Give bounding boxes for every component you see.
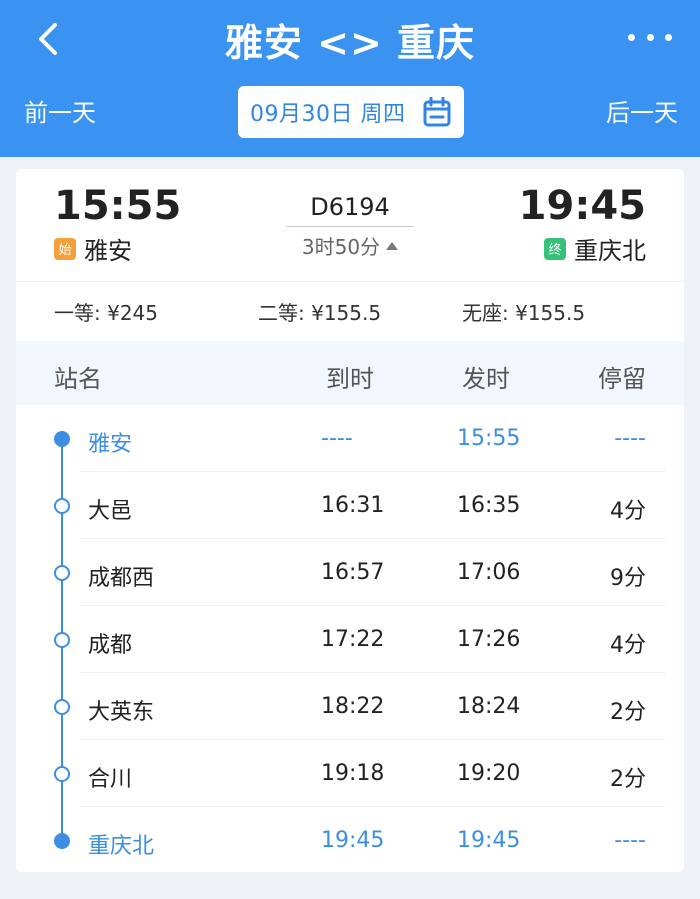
date-label: 09月30日 周四 — [250, 102, 406, 127]
table-row: 成都西 16:57 17:06 9分 — [16, 539, 684, 606]
more-dot — [665, 33, 672, 41]
more-dot — [646, 33, 654, 41]
header-stop: 停留 — [598, 365, 646, 393]
table-row: 大邑 16:31 16:35 4分 — [16, 472, 684, 539]
arrival-station-name: 重庆北 — [574, 237, 646, 265]
row-depart: 17:06 — [457, 560, 521, 585]
row-station: 雅安 — [88, 432, 133, 457]
row-station: 成都 — [88, 633, 133, 658]
row-arrive: 19:45 — [321, 828, 385, 853]
row-stop: 9分 — [610, 566, 646, 591]
stop-node — [54, 498, 70, 514]
stop-node-filled — [54, 431, 70, 447]
row-stop: 4分 — [610, 499, 646, 524]
row-depart: 16:35 — [457, 493, 521, 518]
table-row: 重庆北 19:45 19:45 ---- — [16, 807, 684, 872]
stop-node — [54, 565, 70, 581]
duration-label: 3时50分 — [301, 235, 381, 259]
stop-node-filled — [54, 833, 70, 849]
row-arrive: 17:22 — [321, 627, 385, 652]
header-depart: 发时 — [462, 365, 510, 393]
row-stop: 2分 — [610, 767, 646, 792]
page-title: 雅安 <> 重庆 — [224, 21, 476, 65]
divider — [16, 281, 684, 282]
row-depart: 19:45 — [457, 828, 521, 853]
arrival-station: 终 重庆北 — [544, 231, 646, 266]
stop-node — [54, 699, 70, 715]
price-first-class: 一等: ¥245 — [54, 301, 158, 325]
table-row: 雅安 ---- 15:55 ---- — [16, 405, 684, 472]
table-row: 合川 19:18 19:20 2分 — [16, 740, 684, 807]
row-depart: 18:24 — [457, 694, 521, 719]
row-depart: 17:26 — [457, 627, 521, 652]
arrival-time: 19:45 — [518, 183, 646, 229]
price-second-class: 二等: ¥155.5 — [258, 301, 382, 325]
header-station: 站名 — [54, 365, 102, 393]
date-picker[interactable]: 09月30日 周四 — [238, 86, 464, 138]
stop-node — [54, 632, 70, 648]
more-dots-icon — [628, 33, 635, 41]
row-station: 合川 — [88, 767, 133, 792]
row-depart: 15:55 — [457, 426, 521, 451]
prev-day-button[interactable]: 前一天 — [24, 93, 96, 128]
end-tag: 终 — [544, 237, 566, 260]
row-stop: 4分 — [610, 633, 646, 658]
row-stop: ---- — [614, 828, 646, 853]
next-day-button[interactable]: 后一天 — [606, 93, 678, 128]
calendar-icon — [423, 97, 451, 127]
row-arrive: 18:22 — [321, 694, 385, 719]
row-stop: ---- — [614, 426, 646, 451]
row-depart: 19:20 — [457, 761, 521, 786]
row-station: 重庆北 — [88, 834, 155, 859]
app-header: 雅安 <> 重庆 前一天 09月30日 周四 后一天 — [0, 0, 700, 157]
header-arrive: 到时 — [326, 365, 374, 393]
row-station: 成都西 — [88, 566, 155, 591]
triangle-up-icon — [386, 241, 399, 250]
row-station: 大英东 — [88, 700, 155, 725]
row-station: 大邑 — [88, 499, 133, 524]
row-arrive: ---- — [321, 426, 353, 451]
train-detail-card: 15:55 始 雅安 D6194 3时50分 19:45 终 重庆北 一等: ¥… — [16, 169, 684, 872]
row-arrive: 19:18 — [321, 761, 385, 786]
stop-node — [54, 766, 70, 782]
more-button[interactable] — [628, 22, 672, 52]
row-arrive: 16:57 — [321, 560, 385, 585]
table-row: 成都 17:22 17:26 4分 — [16, 606, 684, 673]
table-row: 大英东 18:22 18:24 2分 — [16, 673, 684, 740]
price-no-seat: 无座: ¥155.5 — [462, 301, 586, 325]
table-header: 站名 到时 发时 停留 — [16, 341, 684, 405]
train-number-divider — [286, 226, 414, 227]
row-arrive: 16:31 — [321, 493, 385, 518]
row-stop: 2分 — [610, 700, 646, 725]
